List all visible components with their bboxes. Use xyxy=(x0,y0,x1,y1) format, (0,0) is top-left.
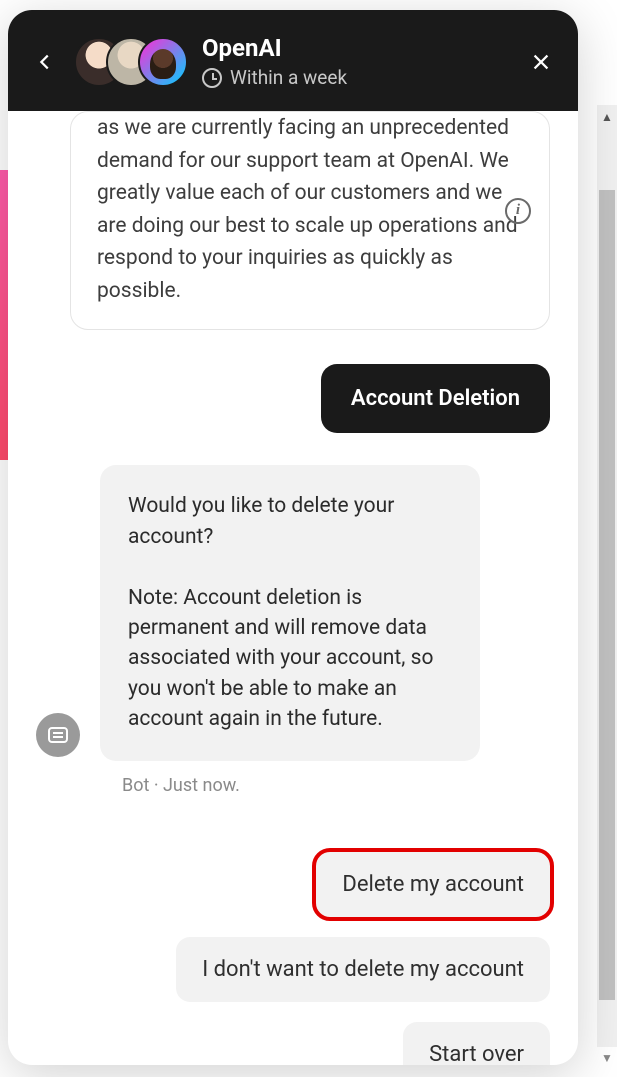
assistant-message: as we are currently facing an unpreceden… xyxy=(70,111,550,330)
bot-message-row: Would you like to delete your account? N… xyxy=(36,465,550,761)
agent-avatars xyxy=(74,37,188,87)
chat-subtitle: Within a week xyxy=(230,66,347,89)
back-button[interactable] xyxy=(30,47,60,77)
chat-body: as we are currently facing an unpreceden… xyxy=(8,111,578,1065)
bot-avatar xyxy=(36,713,80,757)
quick-reply-start-over[interactable]: Start over xyxy=(403,1022,550,1065)
bot-meta: Bot · Just now. xyxy=(122,775,550,796)
quick-replies: Delete my account I don't want to delete… xyxy=(36,852,550,1065)
chat-widget: OpenAI Within a week as we are currently… xyxy=(8,10,578,1065)
chevron-left-icon xyxy=(34,51,56,73)
header-titles: OpenAI Within a week xyxy=(202,34,512,89)
bot-message-line2: Note: Account deletion is permanent and … xyxy=(128,583,452,735)
chat-header: OpenAI Within a week xyxy=(8,10,578,111)
scroll-down-arrow[interactable]: ▼ xyxy=(599,1051,615,1067)
quick-reply-delete-account[interactable]: Delete my account xyxy=(316,852,550,917)
avatar xyxy=(138,37,188,87)
bot-message-line1: Would you like to delete your account? xyxy=(128,491,452,552)
close-icon xyxy=(530,51,552,73)
bot-icon xyxy=(46,723,70,747)
chat-title: OpenAI xyxy=(202,34,512,62)
info-button[interactable]: i xyxy=(505,198,531,224)
user-message-text: Account Deletion xyxy=(351,386,520,411)
assistant-message-text: as we are currently facing an unpreceden… xyxy=(97,116,518,303)
close-button[interactable] xyxy=(526,47,556,77)
quick-reply-dont-delete[interactable]: I don't want to delete my account xyxy=(176,937,550,1002)
page-scrollbar-thumb[interactable] xyxy=(599,190,615,1000)
chat-subtitle-row: Within a week xyxy=(202,66,512,89)
bot-message: Would you like to delete your account? N… xyxy=(100,465,480,761)
scroll-up-arrow[interactable]: ▲ xyxy=(599,110,615,126)
user-message: Account Deletion xyxy=(321,364,550,433)
clock-icon xyxy=(202,68,222,88)
info-icon: i xyxy=(516,199,520,222)
